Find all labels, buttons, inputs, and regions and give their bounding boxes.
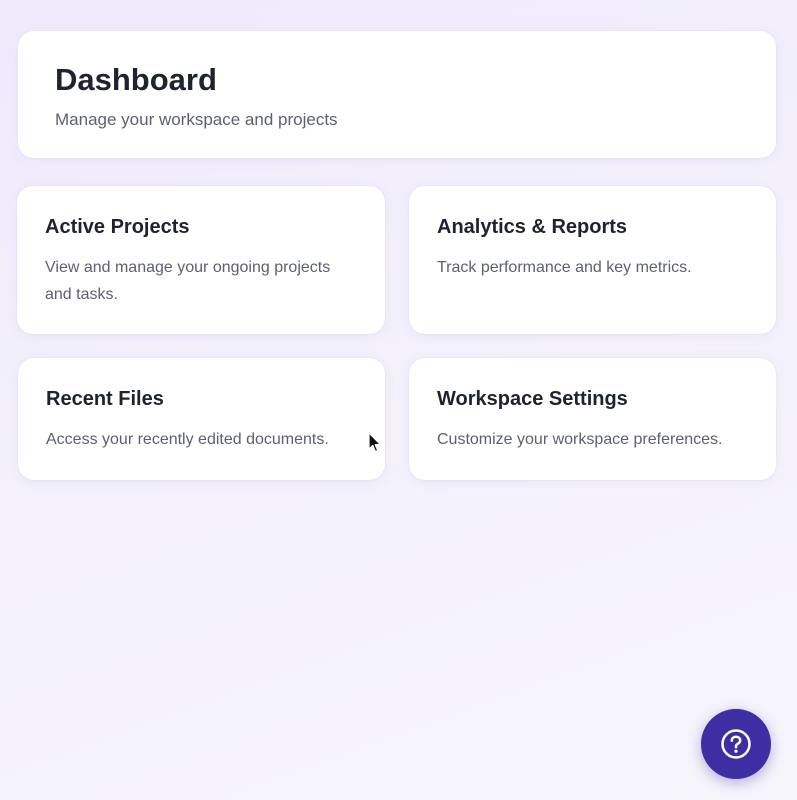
page-title: Dashboard (55, 62, 217, 97)
card-workspace-settings[interactable]: Workspace Settings Customize your worksp… (409, 358, 776, 480)
help-button[interactable] (701, 709, 771, 779)
card-recent-files[interactable]: Recent Files Access your recently edited… (18, 358, 385, 480)
card-description: View and manage your ongoing projects an… (45, 259, 331, 303)
card-description: Customize your workspace preferences. (437, 431, 723, 448)
card-title: Analytics & Reports (437, 216, 628, 238)
card-title: Recent Files (46, 388, 164, 410)
card-description: Track performance and key metrics. (437, 259, 692, 276)
card-description: Access your recently edited documents. (46, 431, 329, 448)
mouse-cursor-icon (368, 432, 381, 453)
page-subtitle: Manage your workspace and projects (55, 110, 338, 129)
card-active-projects[interactable]: Active Projects View and manage your ong… (17, 186, 385, 334)
dashboard-header: Dashboard Manage your workspace and proj… (18, 31, 776, 158)
card-title: Workspace Settings (437, 388, 628, 410)
question-circle-icon (721, 729, 751, 759)
card-analytics-reports[interactable]: Analytics & Reports Track performance an… (409, 186, 776, 334)
card-title: Active Projects (45, 216, 190, 238)
